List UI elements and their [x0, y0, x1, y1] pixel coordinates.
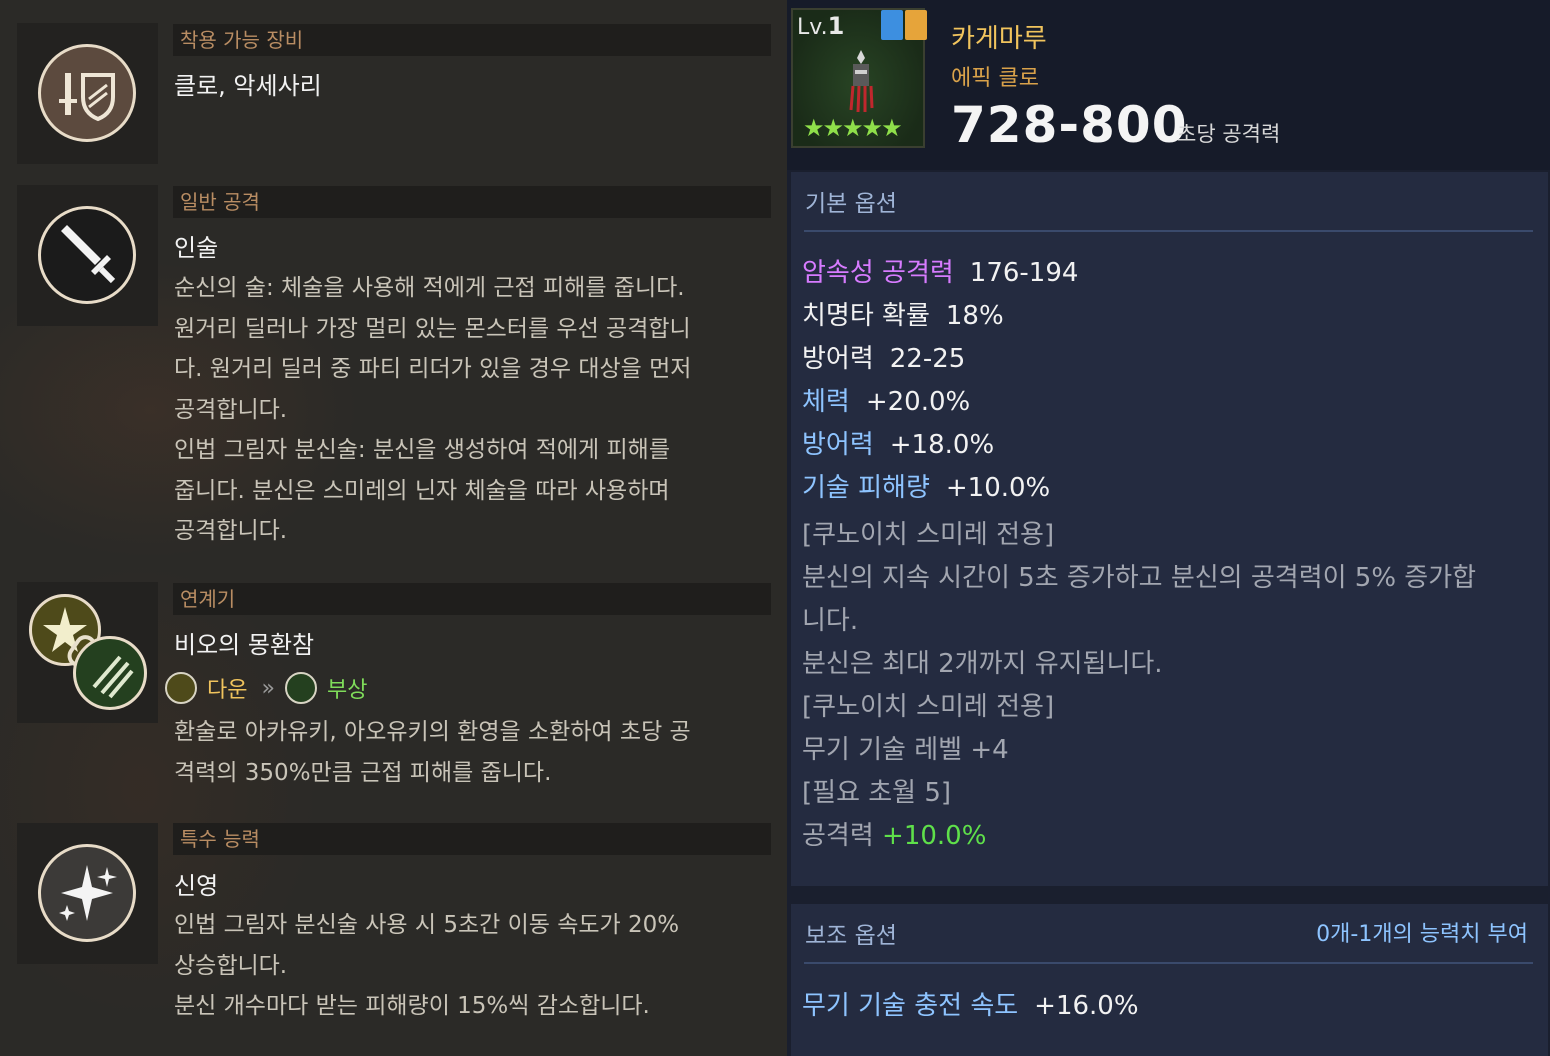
base-options-title: 기본 옵션 [805, 191, 897, 217]
chain-from-label: 다운 [207, 678, 248, 703]
desc-line: 격력의 350%만큼 근접 피해를 줍니다. [174, 759, 552, 786]
desc-line: 순신의 술: 체술을 사용해 적에게 근접 피해를 줍니다. [174, 275, 685, 301]
stat-row: 치명타 확률 18% [802, 301, 1004, 331]
item-portrait[interactable]: Lv.1 ★★★★★ [791, 8, 927, 148]
skill-panel: 착용 가능 장비 클로, 악세사리 일반 공격 인술 순신의 술: 체술을 사용… [0, 0, 787, 1056]
note-line: [쿠노이치 스미레 전용] [802, 520, 1055, 550]
desc-line: 인법 그림자 분신술 사용 시 5초간 이동 속도가 20% [174, 912, 680, 938]
dps-value: 728-800 [951, 96, 1188, 154]
desc-line: 분신 개수마다 받는 피해량이 15%씩 감소합니다. [174, 993, 650, 1019]
note-line: 분신은 최대 2개까지 유지됩니다. [802, 649, 1163, 679]
desc-line: 환술로 아카유키, 아오유키의 환영을 소환하여 초당 공 [174, 719, 691, 745]
note-line: 분신의 지속 시간이 5초 증가하고 분신의 공격력이 5% 증가합 [802, 563, 1477, 593]
normal-attack-title: 인술 [174, 234, 219, 262]
book-badge-icon [881, 10, 903, 40]
equip-icon-box [17, 23, 158, 164]
stat-row: 방어력 22-25 [802, 344, 966, 374]
desc-line: 상승합니다. [174, 952, 288, 979]
desc-line: 인법 그림자 분신술: 분신을 생성하여 적에게 피해를 [174, 437, 670, 463]
sub-stat-row: 무기 기술 충전 속도 +16.0% [802, 991, 1139, 1021]
desc-line: 줍니다. 분신은 스미레의 닌자 체술을 따라 사용하며 [174, 477, 670, 504]
note-line: 니다. [802, 606, 859, 636]
item-level: Lv.1 [797, 12, 845, 40]
note-line: [쿠노이치 스미레 전용] [802, 692, 1055, 722]
ribbon-badge-icon [905, 10, 927, 40]
equip-text: 클로, 악세사리 [174, 72, 322, 100]
dps-label: 초당 공격력 [1177, 122, 1281, 146]
normal-attack-header: 일반 공격 [173, 186, 771, 218]
normal-attack-icon-box [17, 185, 158, 326]
sword-shield-icon [38, 44, 136, 142]
chain-desc: 환술로 아카유키, 아오유키의 환영을 소환하여 초당 공 격력의 350%만큼… [174, 712, 744, 793]
stat-row: 기술 피해량 +10.0% [802, 473, 1051, 503]
desc-line: 원거리 딜러나 가장 멀리 있는 몬스터를 우선 공격합니 [174, 315, 691, 342]
special-title: 신영 [174, 872, 219, 900]
item-name: 카게마루 [951, 24, 1047, 54]
chain-header: 연계기 [173, 583, 771, 615]
bonus-line: 공격력 +10.0% [802, 821, 987, 851]
note-line: [필요 초월 5] [802, 778, 952, 808]
chain-to-label: 부상 [326, 678, 368, 703]
sparkle-icon [38, 844, 136, 942]
claw-weapon-icon [849, 50, 874, 113]
injury-icon [73, 636, 147, 710]
chain-icon-box [17, 582, 158, 723]
stat-row: 방어력 +18.0% [802, 430, 995, 460]
sub-options-box: 보조 옵션 0개-1개의 능력치 부여 [791, 904, 1548, 1056]
star-rating: ★★★★★ [803, 114, 903, 142]
equip-header: 착용 가능 장비 [173, 24, 771, 56]
chain-title: 비오의 몽환참 [174, 631, 315, 659]
desc-line: 다. 원거리 딜러 중 파티 리더가 있을 경우 대상을 먼저 [174, 356, 692, 382]
dagger-icon [38, 206, 136, 304]
sub-options-title: 보조 옵션 [805, 923, 897, 949]
stat-row: 암속성 공격력 176-194 [802, 258, 1079, 288]
special-icon-box [17, 823, 158, 964]
normal-attack-desc: 순신의 술: 체술을 사용해 적에게 근접 피해를 줍니다. 원거리 딜러나 가… [174, 268, 744, 552]
desc-line: 공격합니다. [174, 518, 288, 544]
double-chevron-icon: » [261, 675, 275, 701]
item-notes: [쿠노이치 스미레 전용] 분신의 지속 시간이 5초 증가하고 분신의 공격력… [802, 514, 1542, 858]
injury-mini-icon [284, 672, 317, 704]
stat-row: 체력 +20.0% [802, 387, 971, 417]
special-desc: 인법 그림자 분신술 사용 시 5초간 이동 속도가 20% 상승합니다. 분신… [174, 905, 744, 1027]
chain-combo-row: 다운 » 부상 [165, 670, 367, 706]
sub-options-range: 0개-1개의 능력치 부여 [1316, 922, 1528, 947]
desc-line: 공격합니다. [174, 396, 288, 423]
note-line: 무기 기술 레벨 +4 [802, 735, 1009, 765]
item-grade: 에픽 클로 [951, 66, 1039, 91]
special-header: 특수 능력 [173, 823, 771, 855]
down-mini-icon [165, 672, 197, 704]
